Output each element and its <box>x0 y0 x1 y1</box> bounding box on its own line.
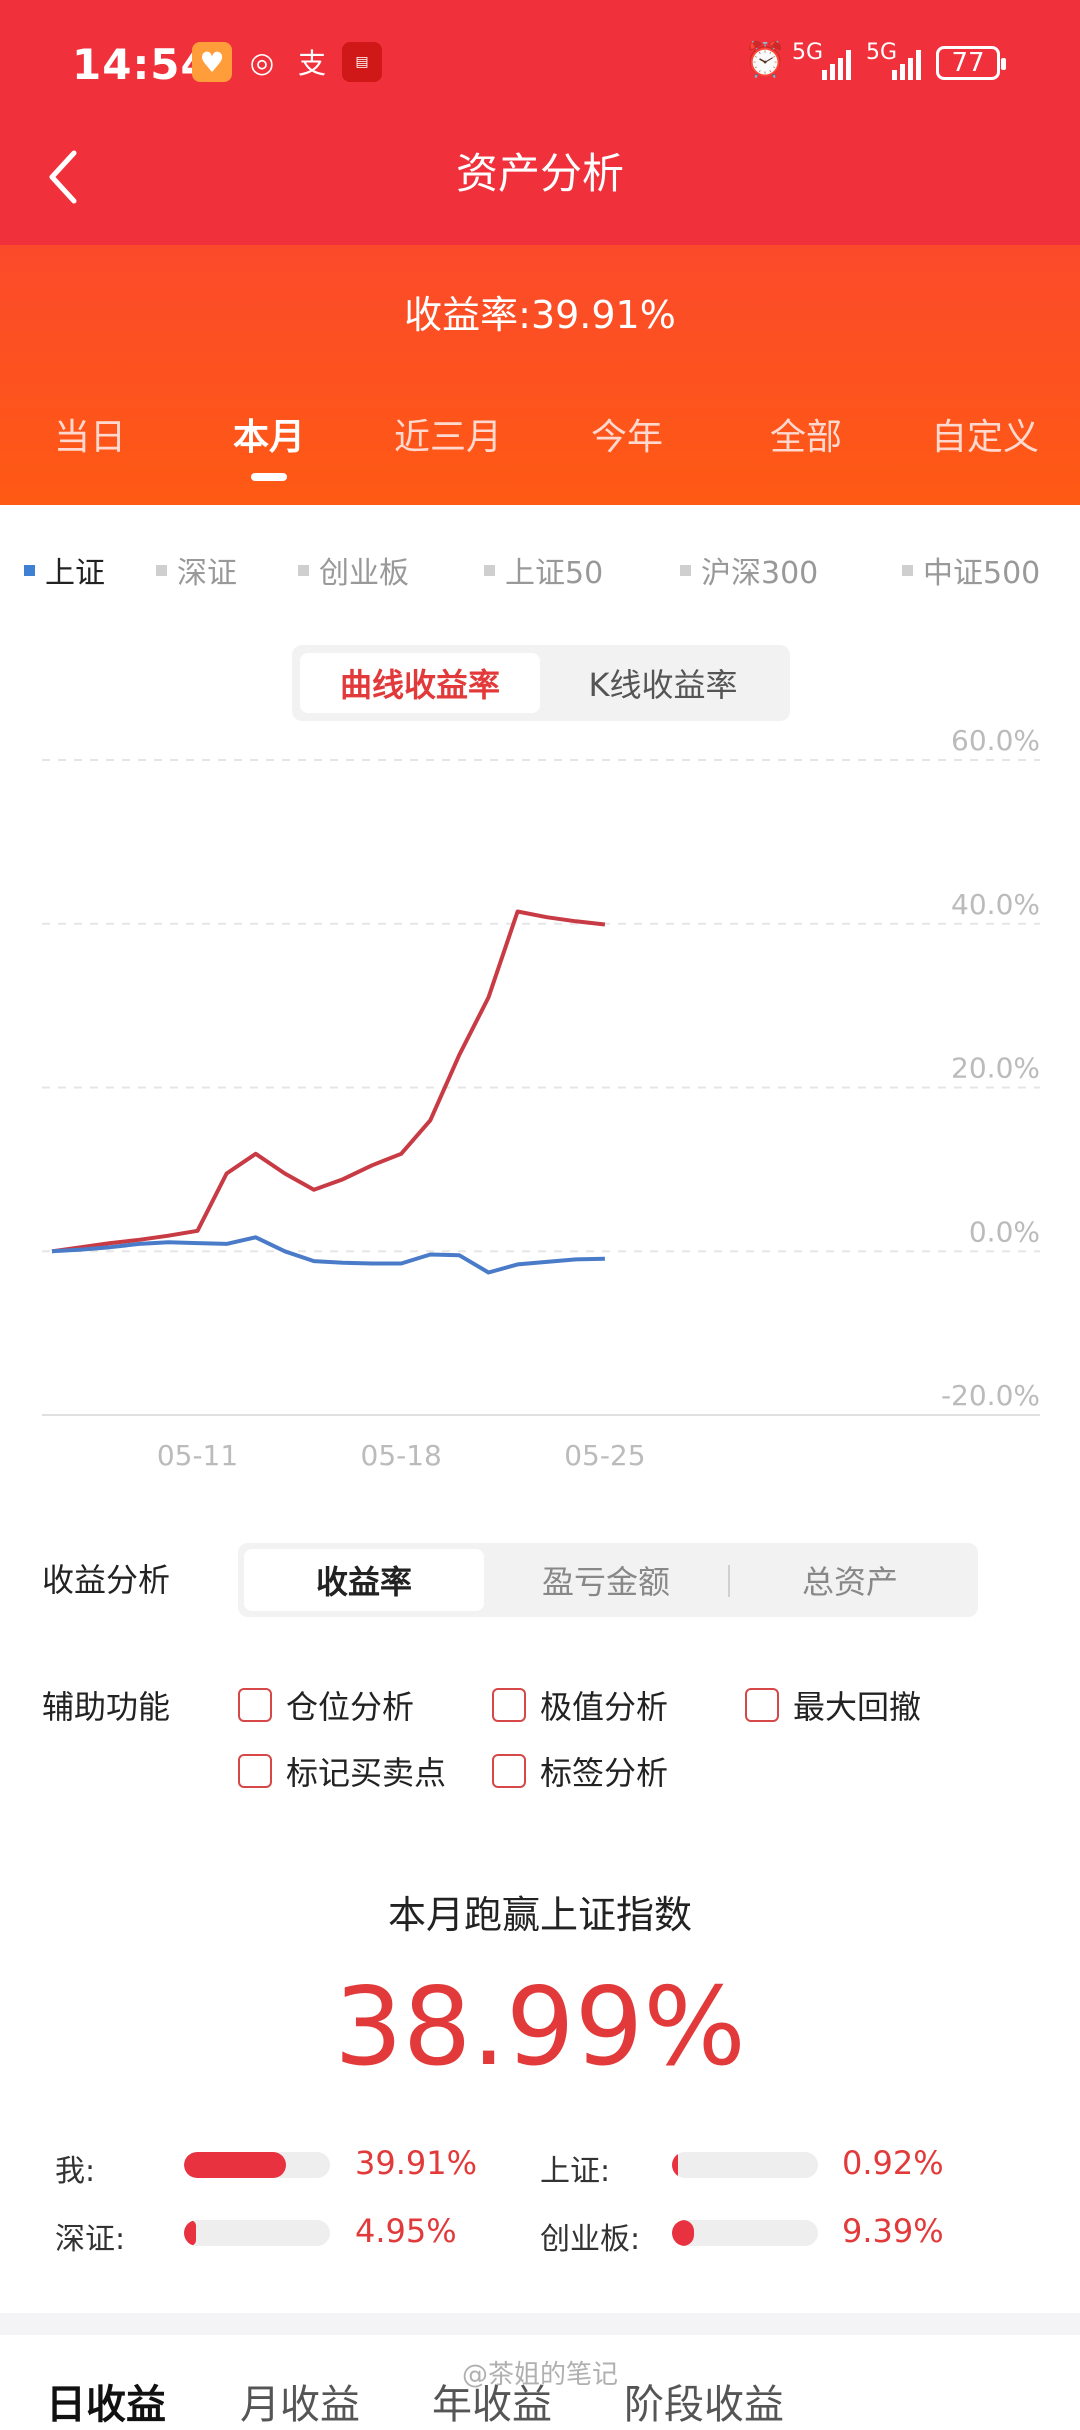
checkbox-icon <box>492 1688 526 1722</box>
battery-icon: 77 <box>936 46 1006 80</box>
network-5g-label-1: 5G <box>792 40 824 65</box>
watermark: @茶姐的笔记 <box>461 2360 618 2390</box>
compare-bar-cyb <box>672 2220 818 2246</box>
index-legend-cyb[interactable]: 创业板 <box>298 548 409 592</box>
page-title: 资产分析 <box>455 149 624 198</box>
x-tick-label: 05-11 <box>157 1439 238 1472</box>
series-line-index <box>51 1235 605 1275</box>
status-bar: 14:54 ♥ ◎ 支 ▤ ⏰ 5G 5G 77 <box>0 0 1080 130</box>
heart-app-icon: ♥ <box>192 42 232 82</box>
compare-value-cyb: 9.39% <box>842 2212 944 2250</box>
series-line-my-yield <box>51 909 606 1254</box>
trade-points-checkbox[interactable]: 标记买卖点 <box>238 1748 446 1794</box>
tag-analysis-checkbox[interactable]: 标签分析 <box>492 1748 668 1794</box>
index-legend-zz500[interactable]: 中证500 <box>902 548 1040 592</box>
signal-icon <box>822 50 851 80</box>
compare-value-sh: 0.92% <box>842 2144 944 2182</box>
tab-this-year[interactable]: 今年 <box>537 408 717 460</box>
checkbox-icon <box>238 1688 272 1722</box>
y-tick-label: 20.0% <box>951 1052 1040 1085</box>
header-bar: 14:54 ♥ ◎ 支 ▤ ⏰ 5G 5G 77 资产分析 <box>0 0 1080 245</box>
status-time: 14:54 <box>72 40 211 89</box>
compare-bar-me <box>184 2152 330 2178</box>
tab-indicator <box>251 473 287 481</box>
alipay-icon: 支 <box>297 47 326 80</box>
x-tick-label: 05-25 <box>564 1439 645 1472</box>
compare-label-sz: 深证: <box>55 2222 126 2257</box>
kline-yield-button[interactable]: K线收益率 <box>544 653 782 713</box>
yield-line-chart: 60.0% 40.0% 20.0% 0.0% -20.0% 05-11 05-18 05-2… <box>42 724 1040 1472</box>
compare-label-cyb: 创业板: <box>540 2222 641 2257</box>
analysis-total-assets-button[interactable]: 总资产 <box>730 1549 970 1611</box>
analysis-yield-button[interactable]: 收益率 <box>244 1549 484 1611</box>
compare-bar-sh <box>672 2152 818 2178</box>
section-divider <box>0 2313 1080 2335</box>
chart-mode-toggle: 曲线收益率 K线收益率 <box>292 645 790 721</box>
y-tick-label: 60.0% <box>951 724 1040 757</box>
y-tick-label: 0.0% <box>969 1215 1040 1248</box>
curve-yield-button[interactable]: 曲线收益率 <box>300 653 540 713</box>
checkbox-icon <box>492 1754 526 1788</box>
index-legend-hs300[interactable]: 沪深300 <box>680 548 818 592</box>
tab-this-month[interactable]: 本月 <box>179 408 359 460</box>
index-legend-sh50[interactable]: 上证50 <box>484 548 603 592</box>
tab-three-months[interactable]: 近三月 <box>358 408 538 460</box>
compare-value-me: 39.91% <box>355 2144 478 2182</box>
aux-label: 辅助功能 <box>42 1688 171 1726</box>
compare-bar-sz <box>184 2220 330 2246</box>
compare-value-sz: 4.95% <box>355 2212 457 2250</box>
checkbox-icon <box>238 1754 272 1788</box>
compare-label-me: 我: <box>55 2154 96 2189</box>
analysis-toggle: 收益率 盈亏金额 总资产 <box>238 1543 978 1617</box>
analysis-label: 收益分析 <box>42 1561 171 1599</box>
yield-summary: 收益率:39.91% <box>404 293 676 337</box>
beat-index-value: 38.99% <box>334 1965 746 2090</box>
weibo-icon: ◎ <box>249 45 275 79</box>
news-app-icon: ▤ <box>342 42 382 82</box>
position-analysis-checkbox[interactable]: 仓位分析 <box>238 1682 414 1728</box>
tab-all[interactable]: 全部 <box>716 408 896 460</box>
y-tick-label: 40.0% <box>951 888 1040 921</box>
max-drawdown-checkbox[interactable]: 最大回撤 <box>745 1682 921 1728</box>
index-legend-sz[interactable]: 深证 <box>156 548 237 592</box>
analysis-pnl-button[interactable]: 盈亏金额 <box>486 1549 726 1611</box>
extreme-analysis-checkbox[interactable]: 极值分析 <box>492 1682 668 1728</box>
y-tick-label: -20.0% <box>941 1379 1040 1412</box>
alarm-icon: ⏰ <box>744 40 787 80</box>
checkbox-icon <box>745 1688 779 1722</box>
tab-today[interactable]: 当日 <box>0 408 180 460</box>
signal-icon-2 <box>892 50 921 80</box>
x-tick-label: 05-18 <box>361 1439 442 1472</box>
beat-index-title: 本月跑赢上证指数 <box>387 1893 692 1937</box>
compare-label-sh: 上证: <box>540 2154 611 2189</box>
tab-custom[interactable]: 自定义 <box>895 408 1075 460</box>
index-legend-sh[interactable]: 上证 <box>24 548 105 592</box>
